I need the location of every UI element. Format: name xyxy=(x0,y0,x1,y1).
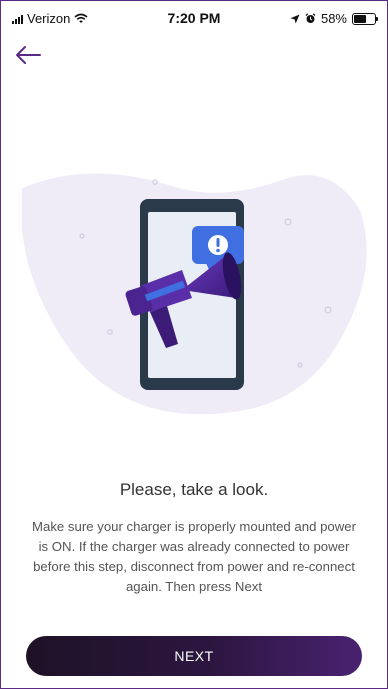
back-button[interactable] xyxy=(10,40,46,70)
battery-percent: 58% xyxy=(320,11,347,26)
location-arrow-icon xyxy=(290,14,300,23)
battery-icon xyxy=(352,12,378,25)
page-title: Please, take a look. xyxy=(119,480,269,499)
next-button[interactable]: NEXT xyxy=(26,636,362,676)
instruction-text: Make sure your charger is properly mount… xyxy=(32,519,356,594)
battery-fill xyxy=(354,14,366,23)
megaphone-phone-illustration xyxy=(22,173,367,415)
arrow-left-icon xyxy=(16,46,41,64)
status-bar: Verizon 7:20 PM 58% xyxy=(0,0,388,34)
status-right: 58% xyxy=(290,11,378,26)
alarm-icon xyxy=(305,13,316,23)
